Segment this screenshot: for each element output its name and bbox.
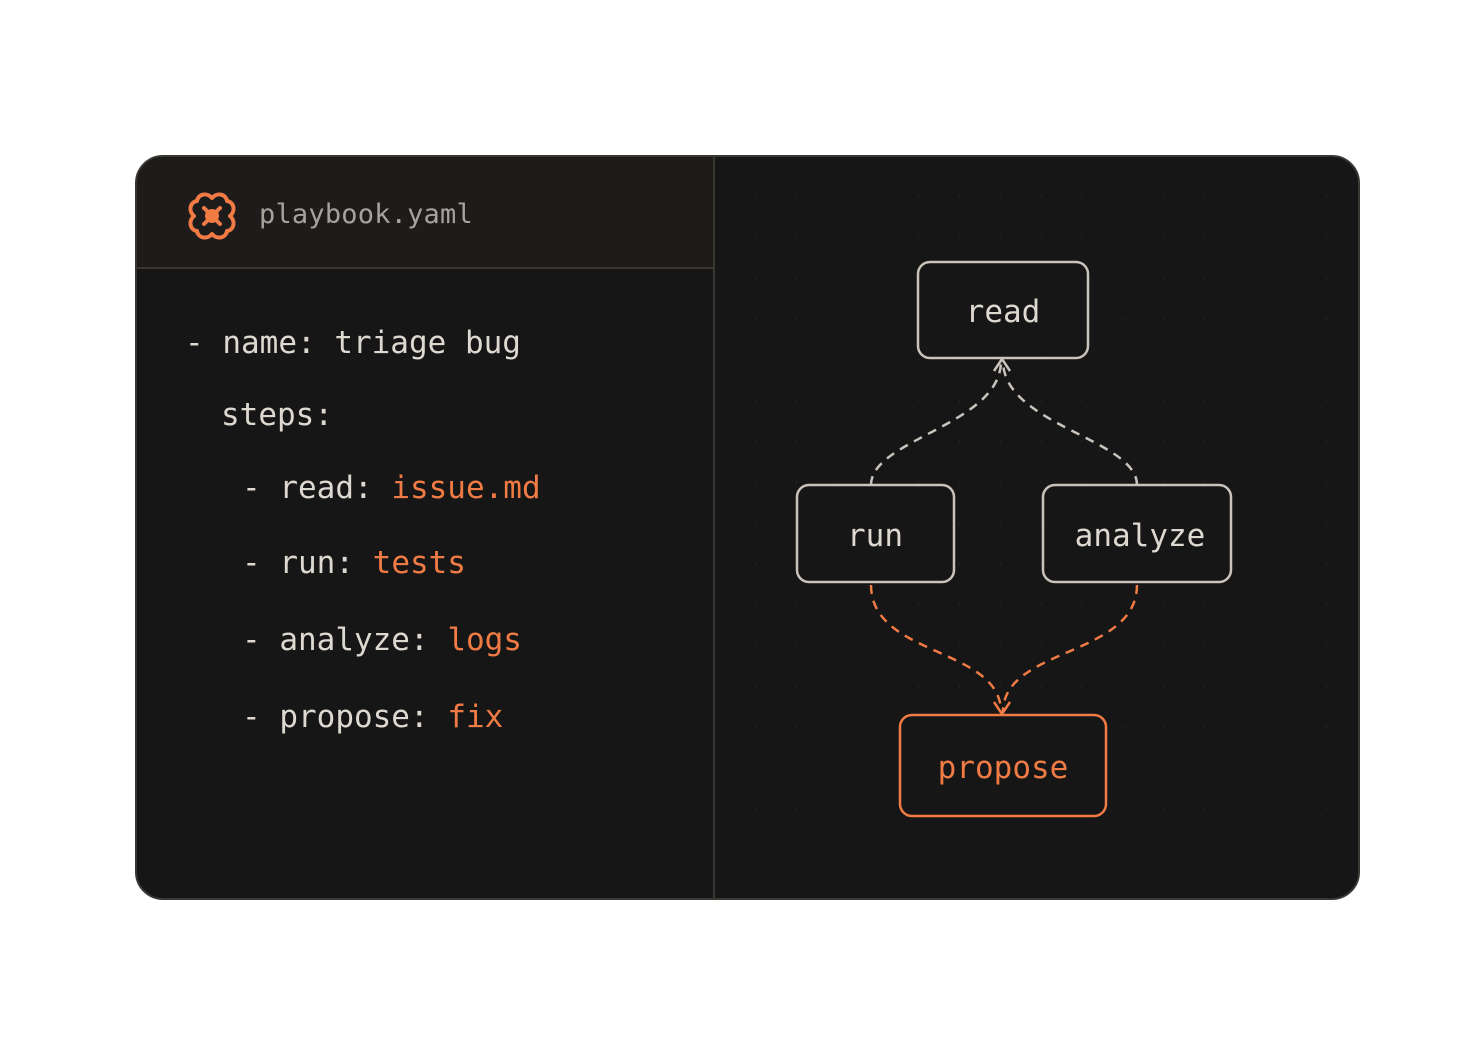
node-run[interactable]: run bbox=[795, 483, 956, 584]
code-key: - analyze: bbox=[242, 622, 448, 658]
code-key: - name: bbox=[185, 325, 335, 361]
code-key: - propose: bbox=[242, 699, 448, 735]
playbook-logo-icon bbox=[188, 192, 236, 240]
playbook-card: playbook.yaml - name: triage bug steps: … bbox=[135, 155, 1360, 900]
node-analyze[interactable]: analyze bbox=[1041, 483, 1233, 584]
code-value: triage bug bbox=[334, 325, 521, 361]
code-line-name: - name: triage bug bbox=[185, 323, 521, 363]
code-line-step-analyze: - analyze: logs bbox=[242, 620, 522, 660]
node-run-label: run bbox=[847, 518, 903, 554]
node-read[interactable]: read bbox=[916, 260, 1090, 360]
file-header: playbook.yaml bbox=[137, 157, 713, 269]
code-value: tests bbox=[372, 545, 466, 581]
code-line-step-run: - run: tests bbox=[242, 543, 466, 583]
code-value: fix bbox=[447, 699, 504, 735]
editor-pane: playbook.yaml - name: triage bug steps: … bbox=[137, 157, 715, 898]
code-line-step-read: - read: issue.md bbox=[242, 468, 541, 508]
code-line-steps: steps: bbox=[221, 395, 333, 435]
node-propose[interactable]: propose bbox=[898, 713, 1108, 818]
filename-label: playbook.yaml bbox=[259, 199, 473, 230]
code-key: - run: bbox=[242, 545, 373, 581]
code-line-step-propose: - propose: fix bbox=[242, 697, 503, 737]
node-analyze-label: analyze bbox=[1075, 518, 1206, 554]
flow-diagram-pane: read run analyze propose bbox=[715, 157, 1358, 898]
code-value: issue.md bbox=[391, 470, 541, 506]
node-propose-label: propose bbox=[938, 750, 1069, 786]
flow-diagram: read run analyze propose bbox=[735, 177, 1345, 837]
code-key: - read: bbox=[242, 470, 392, 506]
code-key: steps: bbox=[221, 397, 333, 433]
node-read-label: read bbox=[966, 294, 1041, 330]
code-value: logs bbox=[447, 622, 522, 658]
